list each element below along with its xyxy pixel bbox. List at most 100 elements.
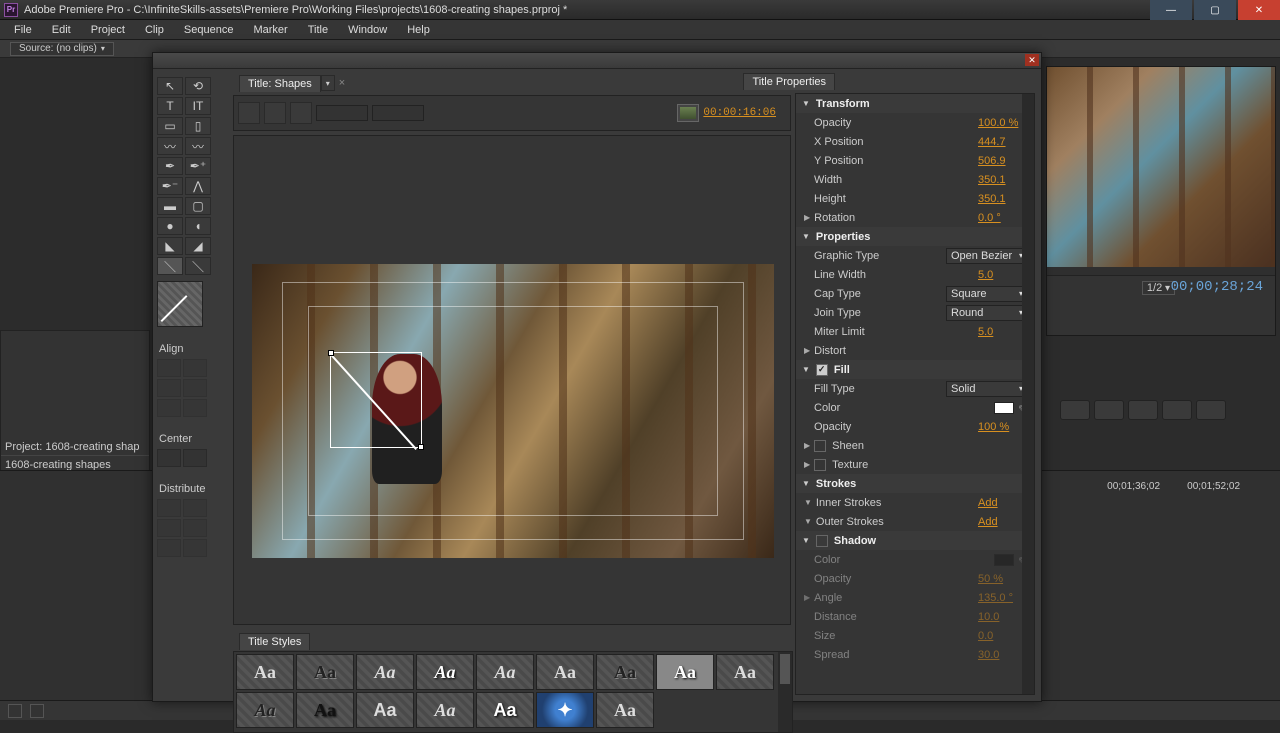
rectangle-tool[interactable]: ▬ [157, 197, 183, 215]
strokes-group-header[interactable]: Strokes [796, 474, 1034, 493]
texture-checkbox[interactable] [814, 459, 826, 471]
ellipse-tool[interactable]: ● [157, 217, 183, 235]
align-center-v-button[interactable] [157, 399, 181, 417]
style-swatch[interactable]: Aa [356, 654, 414, 690]
line-width-value[interactable]: 5.0 [978, 269, 1028, 281]
line-tool[interactable]: ＼ [157, 257, 183, 275]
style-swatch[interactable]: Aa [236, 692, 294, 728]
title-tab[interactable]: Title: Shapes [239, 75, 321, 92]
area-type-tool[interactable]: ▭ [157, 117, 183, 135]
rounded-rect-tool[interactable]: ▢ [185, 197, 211, 215]
title-tab-menu[interactable]: ▾ [321, 75, 335, 91]
sheen-checkbox[interactable] [814, 440, 826, 452]
style-swatch[interactable]: ✦ [536, 692, 594, 728]
titler-close-button[interactable]: ✕ [1025, 54, 1039, 66]
new-title-button[interactable] [238, 102, 260, 124]
shadow-checkbox[interactable] [816, 535, 828, 547]
style-swatch[interactable]: Aa [296, 654, 354, 690]
inner-strokes-row[interactable]: Inner StrokesAdd [796, 493, 1034, 512]
title-styles-tab[interactable]: Title Styles [239, 633, 310, 650]
style-swatch[interactable]: Aa [596, 692, 654, 728]
menu-sequence[interactable]: Sequence [174, 24, 244, 36]
cap-type-dropdown[interactable]: Square [946, 286, 1028, 302]
roll-crawl-button[interactable] [264, 102, 286, 124]
color-swatch[interactable] [157, 281, 203, 327]
templates-button[interactable] [290, 102, 312, 124]
style-swatch[interactable]: Aa [476, 654, 534, 690]
rotation-value[interactable]: 0.0 ° [978, 212, 1028, 224]
selection-handle[interactable] [418, 444, 424, 450]
arc-tool[interactable]: ◢ [185, 237, 211, 255]
play-button[interactable] [1128, 400, 1158, 420]
align-center-h-button[interactable] [183, 359, 207, 377]
distribute-button[interactable] [157, 519, 181, 537]
style-swatch[interactable]: Aa [356, 692, 414, 728]
distribute-button[interactable] [157, 539, 181, 557]
style-swatch[interactable]: Aa [416, 692, 474, 728]
font-family-dropdown[interactable] [316, 105, 368, 121]
align-left-button[interactable] [157, 359, 181, 377]
menu-title[interactable]: Title [298, 24, 338, 36]
y-position-value[interactable]: 506.9 [978, 155, 1028, 167]
style-swatch[interactable]: Aa [656, 654, 714, 690]
fill-opacity-value[interactable]: 100 % [978, 421, 1028, 433]
distort-row[interactable]: Distort [796, 341, 1034, 360]
menu-edit[interactable]: Edit [42, 24, 81, 36]
title-canvas[interactable] [252, 264, 774, 558]
selection-handle[interactable] [328, 350, 334, 356]
shadow-color-swatch[interactable] [994, 554, 1014, 566]
distribute-button[interactable] [183, 539, 207, 557]
texture-row[interactable]: Texture [796, 455, 1034, 474]
graphic-type-dropdown[interactable]: Open Bezier [946, 248, 1028, 264]
clipped-rect-tool[interactable]: ◖ [185, 217, 211, 235]
sheen-row[interactable]: Sheen [796, 436, 1034, 455]
distribute-button[interactable] [183, 499, 207, 517]
window-maximize-button[interactable]: ▢ [1194, 0, 1236, 20]
rotation-row[interactable]: Rotation0.0 ° [796, 208, 1034, 227]
source-dropdown[interactable]: Source: (no clips) [10, 42, 114, 56]
mark-in-button[interactable] [1060, 400, 1090, 420]
mark-out-button[interactable] [1094, 400, 1124, 420]
properties-scrollbar[interactable] [1022, 94, 1034, 694]
background-timecode[interactable]: 00:00:16:06 [703, 107, 776, 119]
properties-group-header[interactable]: Properties [796, 227, 1034, 246]
x-position-value[interactable]: 444.7 [978, 136, 1028, 148]
style-swatch[interactable]: Aa [236, 654, 294, 690]
style-swatch[interactable]: Aa [296, 692, 354, 728]
menu-window[interactable]: Window [338, 24, 397, 36]
path-type-tool[interactable]: 〰 [157, 137, 183, 155]
align-right-button[interactable] [157, 379, 181, 397]
vertical-path-type-tool[interactable]: 〰 [185, 137, 211, 155]
distribute-button[interactable] [183, 519, 207, 537]
add-inner-stroke[interactable]: Add [978, 497, 1028, 509]
pen-tool[interactable]: ✒ [157, 157, 183, 175]
title-tab-close[interactable]: × [335, 77, 349, 89]
type-tool[interactable]: T [157, 97, 183, 115]
view-thumb-button[interactable] [30, 704, 44, 718]
titler-header[interactable]: ✕ [153, 53, 1041, 69]
center-h-button[interactable] [157, 449, 181, 467]
join-type-dropdown[interactable]: Round [946, 305, 1028, 321]
line-tool-alt[interactable]: ＼ [185, 257, 211, 275]
height-value[interactable]: 350.1 [978, 193, 1028, 205]
shape-selection-box[interactable] [330, 352, 422, 448]
fill-group-header[interactable]: Fill [796, 360, 1034, 379]
style-swatch[interactable]: Aa [476, 692, 534, 728]
fill-type-dropdown[interactable]: Solid [946, 381, 1028, 397]
width-value[interactable]: 350.1 [978, 174, 1028, 186]
view-list-button[interactable] [8, 704, 22, 718]
title-properties-tab[interactable]: Title Properties [743, 73, 835, 90]
step-button[interactable] [1162, 400, 1192, 420]
distribute-button[interactable] [157, 499, 181, 517]
add-anchor-tool[interactable]: ✒⁺ [185, 157, 211, 175]
add-outer-stroke[interactable]: Add [978, 516, 1028, 528]
style-swatch[interactable]: Aa [536, 654, 594, 690]
program-timecode[interactable]: 00;00;28;24 [1171, 279, 1263, 295]
wedge-tool[interactable]: ◣ [157, 237, 183, 255]
font-style-dropdown[interactable] [372, 105, 424, 121]
export-frame-button[interactable] [1196, 400, 1226, 420]
menu-help[interactable]: Help [397, 24, 440, 36]
style-swatch[interactable]: Aa [596, 654, 654, 690]
center-v-button[interactable] [183, 449, 207, 467]
show-video-button[interactable] [677, 104, 699, 122]
